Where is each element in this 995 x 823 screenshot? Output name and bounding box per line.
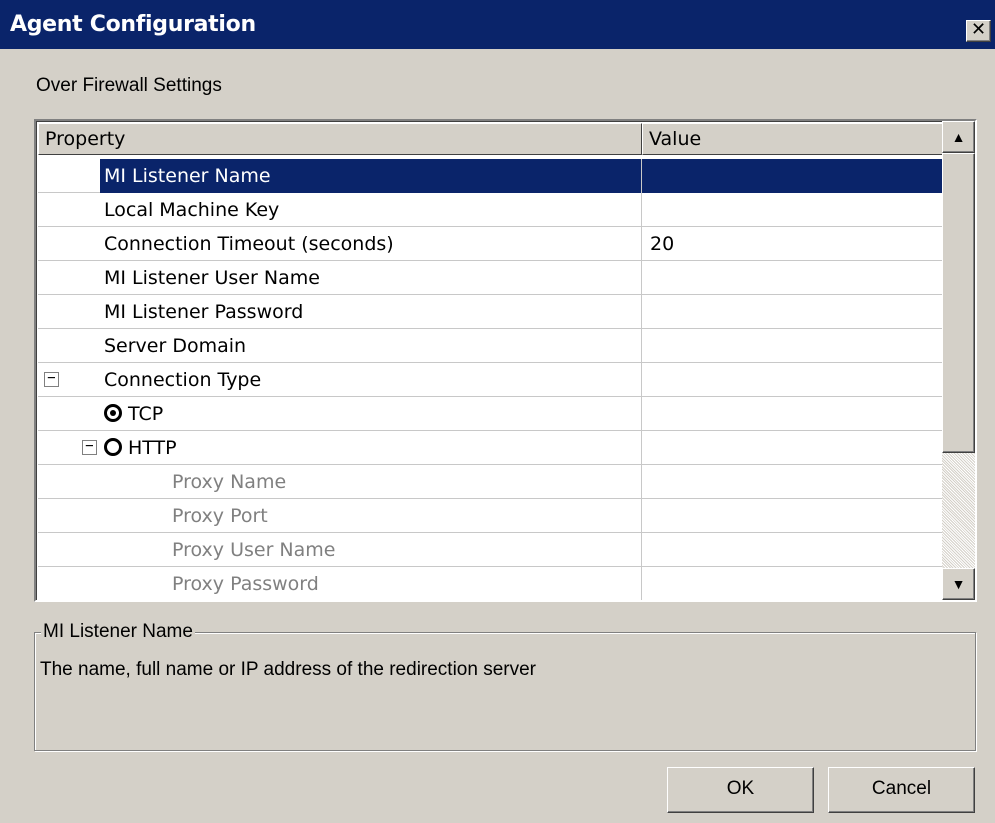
vertical-scrollbar[interactable]: ▲ ▼ [942, 121, 975, 600]
scroll-down-button[interactable]: ▼ [942, 568, 975, 600]
property-label: Connection Type [104, 369, 262, 391]
grid-header: Property Value [38, 123, 944, 155]
property-label: Local Machine Key [104, 199, 280, 221]
value-cell[interactable] [642, 261, 944, 295]
property-cell[interactable]: − Connection Type [38, 363, 642, 397]
property-cell[interactable]: Server Domain [38, 329, 642, 363]
property-label: MI Listener Name [104, 165, 271, 187]
property-label: Server Domain [104, 335, 247, 357]
value-cell[interactable] [642, 329, 944, 363]
property-cell[interactable]: Local Machine Key [38, 193, 642, 227]
grid-row-proxy-port[interactable]: Proxy Port [38, 499, 944, 533]
property-cell[interactable]: MI Listener User Name [38, 261, 642, 295]
column-header-property[interactable]: Property [38, 123, 642, 155]
property-label: Connection Timeout (seconds) [104, 233, 394, 255]
value-cell[interactable] [642, 159, 944, 193]
value-cell [642, 567, 944, 600]
grid-row-server-domain[interactable]: Server Domain [38, 329, 944, 363]
radio-http-icon[interactable] [104, 438, 122, 456]
value-cell [642, 363, 944, 397]
description-text: The name, full name or IP address of the… [40, 659, 537, 680]
ok-button[interactable]: OK [667, 767, 814, 813]
arrow-down-icon: ▼ [951, 576, 966, 592]
property-label: HTTP [128, 437, 177, 459]
grid-rows: MI Listener Name Local Machine Key Conne… [38, 159, 944, 600]
radio-tcp-icon[interactable] [104, 404, 122, 422]
cancel-button[interactable]: Cancel [828, 767, 975, 813]
grid-row-connection-type[interactable]: − Connection Type [38, 363, 944, 397]
property-label: TCP [128, 403, 164, 425]
grid-row-http[interactable]: − HTTP [38, 431, 944, 465]
grid-row-proxy-name[interactable]: Proxy Name [38, 465, 944, 499]
property-label: MI Listener Password [104, 301, 304, 323]
value-cell [642, 499, 944, 533]
value-cell [642, 465, 944, 499]
value-cell[interactable]: 20 [642, 227, 944, 261]
property-label: Proxy Name [172, 471, 287, 493]
grid-row-connection-timeout[interactable]: Connection Timeout (seconds) 20 [38, 227, 944, 261]
scroll-up-button[interactable]: ▲ [942, 121, 975, 153]
property-grid: Property Value MI Listener Name Local Ma… [34, 119, 977, 602]
grid-row-proxy-user-name[interactable]: Proxy User Name [38, 533, 944, 567]
property-label: Proxy User Name [172, 539, 336, 561]
column-header-value[interactable]: Value [642, 123, 944, 155]
property-cell[interactable]: Proxy Port [38, 499, 642, 533]
description-title: MI Listener Name [41, 621, 195, 643]
value-cell[interactable] [642, 193, 944, 227]
section-title: Over Firewall Settings [36, 75, 222, 96]
property-cell[interactable]: MI Listener Name [38, 159, 642, 193]
title-bar: Agent Configuration ✕ [0, 0, 995, 49]
property-label: MI Listener User Name [104, 267, 320, 289]
property-cell[interactable]: − HTTP [38, 431, 642, 465]
agent-configuration-dialog: Agent Configuration ✕ Over Firewall Sett… [0, 0, 995, 823]
close-icon: ✕ [970, 19, 987, 40]
close-button[interactable]: ✕ [966, 20, 991, 42]
description-group: MI Listener Name The name, full name or … [34, 621, 976, 751]
scroll-thumb[interactable] [942, 153, 975, 453]
grid-row-mi-listener-name[interactable]: MI Listener Name [38, 159, 944, 193]
property-label: Proxy Port [172, 505, 268, 527]
arrow-up-icon: ▲ [951, 129, 966, 145]
grid-row-mi-listener-password[interactable]: MI Listener Password [38, 295, 944, 329]
property-cell[interactable]: Proxy Name [38, 465, 642, 499]
window-title: Agent Configuration [10, 12, 256, 37]
property-label: Proxy Password [172, 573, 319, 595]
grid-row-proxy-password[interactable]: Proxy Password [38, 567, 944, 600]
collapse-icon[interactable]: − [44, 371, 59, 387]
value-cell[interactable] [642, 295, 944, 329]
grid-row-tcp[interactable]: TCP [38, 397, 944, 431]
property-cell[interactable]: TCP [38, 397, 642, 431]
grid-row-mi-listener-user-name[interactable]: MI Listener User Name [38, 261, 944, 295]
property-cell[interactable]: Proxy User Name [38, 533, 642, 567]
collapse-icon[interactable]: − [82, 439, 97, 455]
value-cell [642, 533, 944, 567]
value-cell [642, 431, 944, 465]
grid-row-local-machine-key[interactable]: Local Machine Key [38, 193, 944, 227]
property-cell[interactable]: Connection Timeout (seconds) [38, 227, 642, 261]
value-cell [642, 397, 944, 431]
property-cell[interactable]: MI Listener Password [38, 295, 642, 329]
property-cell[interactable]: Proxy Password [38, 567, 642, 600]
